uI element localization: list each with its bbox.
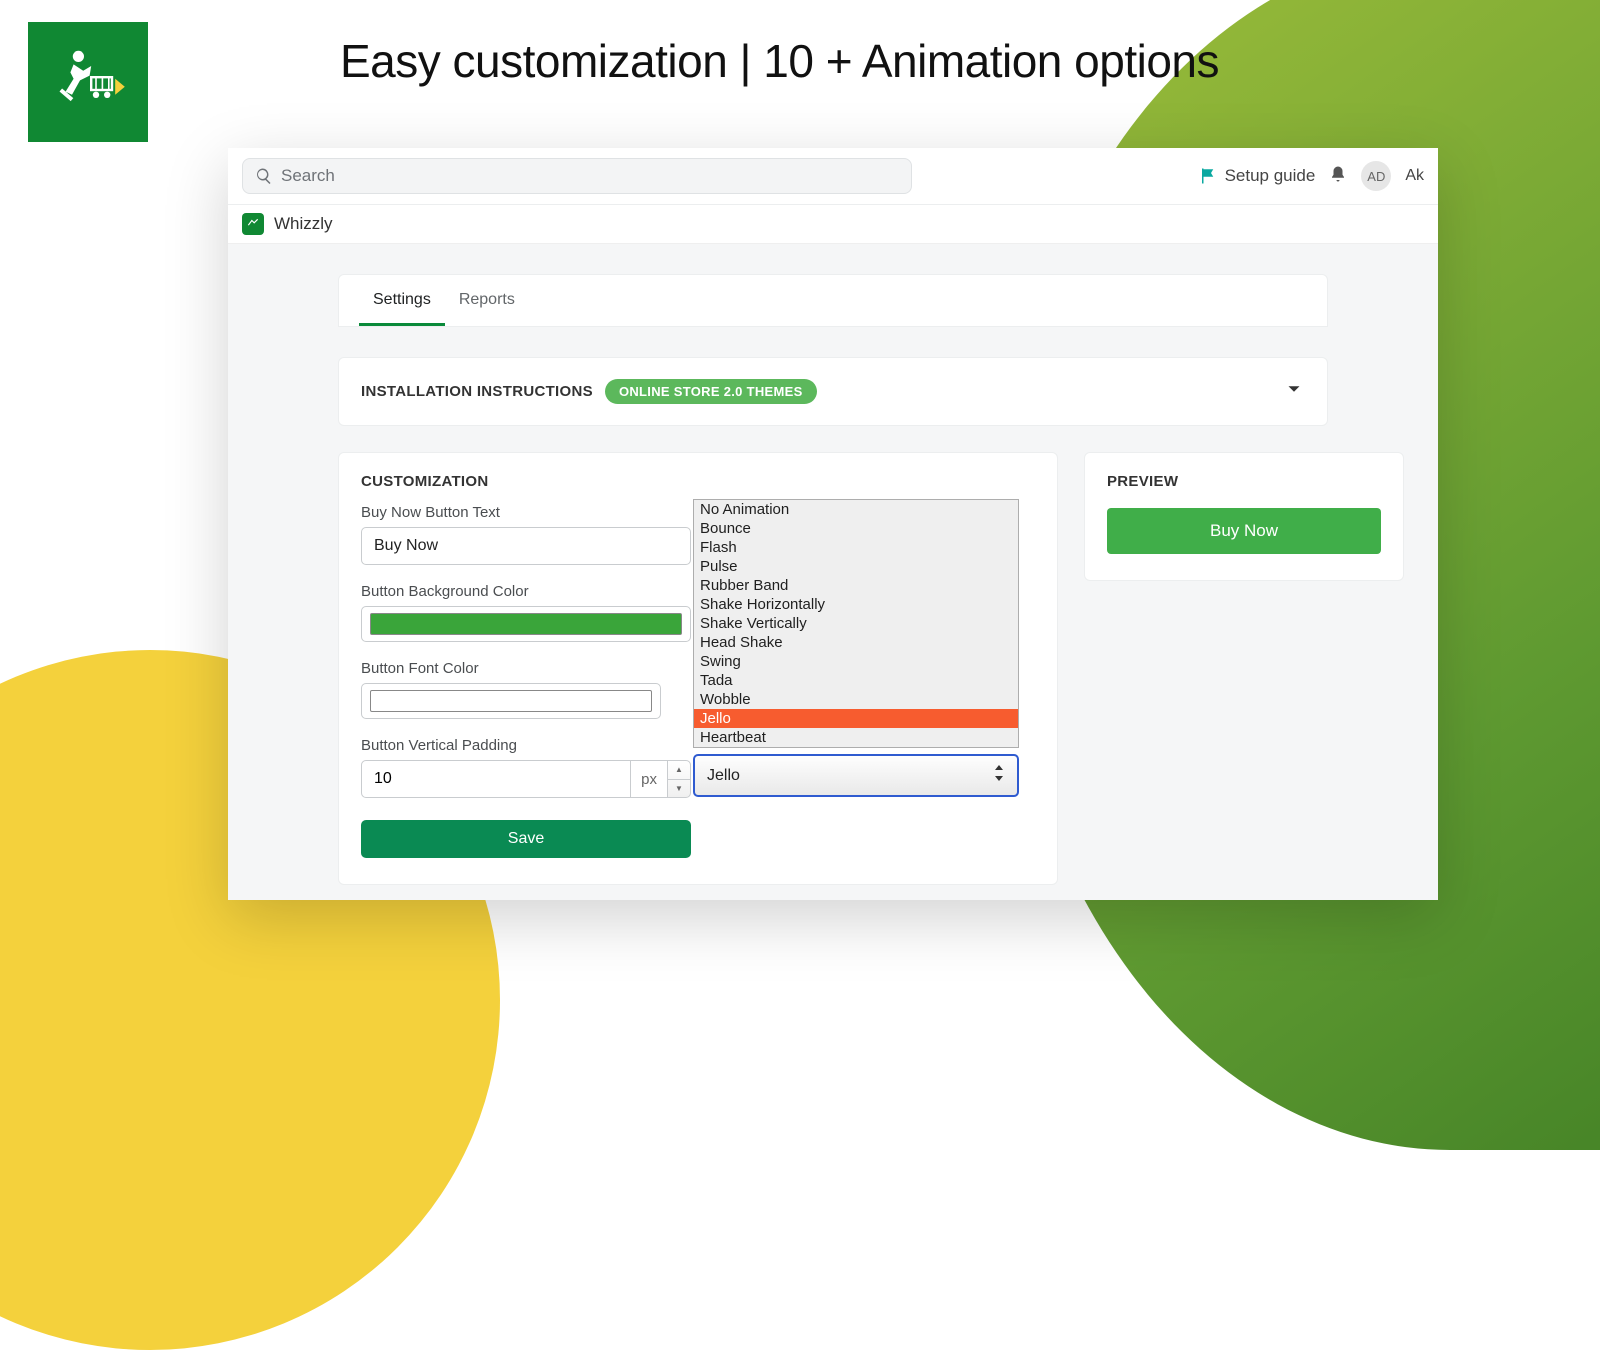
vpad-unit: px: [630, 760, 667, 798]
breadcrumb: Whizzly: [228, 205, 1438, 244]
vpad-label: Button Vertical Padding: [361, 737, 691, 754]
topbar: Search Setup guide AD Ak: [228, 148, 1438, 205]
animation-option[interactable]: Pulse: [694, 557, 1018, 576]
vpad-input[interactable]: [361, 760, 630, 798]
tab-reports[interactable]: Reports: [445, 275, 529, 326]
tabbar: Settings Reports: [338, 274, 1328, 327]
animation-option[interactable]: No Animation: [694, 500, 1018, 519]
search-placeholder: Search: [281, 166, 335, 186]
animation-option[interactable]: Jello: [694, 709, 1018, 728]
animation-listbox[interactable]: No AnimationBounceFlashPulseRubber BandS…: [693, 499, 1019, 748]
font-color-input[interactable]: [361, 683, 661, 719]
animation-option[interactable]: Shake Vertically: [694, 614, 1018, 633]
themes-badge: ONLINE STORE 2.0 THEMES: [605, 379, 817, 404]
animation-option[interactable]: Bounce: [694, 519, 1018, 538]
app-mini-logo: [242, 213, 264, 235]
app-window: Search Setup guide AD Ak Whizzly Setting…: [228, 148, 1438, 900]
animation-select-value: Jello: [707, 767, 740, 785]
animation-select-wrap: No AnimationBounceFlashPulseRubber BandS…: [693, 499, 1019, 797]
select-updown-icon: [993, 765, 1005, 786]
search-icon: [255, 167, 273, 185]
bell-icon: [1329, 165, 1347, 183]
customization-card: CUSTOMIZATION Buy Now Button Text Button…: [338, 452, 1058, 885]
page-headline: Easy customization | 10 + Animation opti…: [340, 34, 1219, 88]
animation-option[interactable]: Head Shake: [694, 633, 1018, 652]
setup-guide-label: Setup guide: [1225, 166, 1316, 186]
animation-option[interactable]: Wobble: [694, 690, 1018, 709]
save-button[interactable]: Save: [361, 820, 691, 858]
chevron-up-icon[interactable]: ▲: [668, 761, 690, 780]
animation-option[interactable]: Rubber Band: [694, 576, 1018, 595]
expand-toggle[interactable]: [1283, 378, 1305, 405]
chevron-down-icon[interactable]: ▼: [668, 780, 690, 798]
installation-instructions-card[interactable]: INSTALLATION INSTRUCTIONS ONLINE STORE 2…: [338, 357, 1328, 426]
buy-now-text-input[interactable]: [361, 527, 691, 565]
animation-option[interactable]: Tada: [694, 671, 1018, 690]
installation-instructions-title: INSTALLATION INSTRUCTIONS: [361, 383, 593, 400]
animation-option[interactable]: Swing: [694, 652, 1018, 671]
animation-option[interactable]: Flash: [694, 538, 1018, 557]
app-logo-tile: [28, 22, 148, 142]
bg-color-input[interactable]: [361, 606, 691, 642]
animation-option[interactable]: Shake Horizontally: [694, 595, 1018, 614]
preview-card: PREVIEW Buy Now: [1084, 452, 1404, 581]
buy-now-text-label: Buy Now Button Text: [361, 504, 691, 521]
preview-heading: PREVIEW: [1107, 473, 1381, 490]
avatar[interactable]: AD: [1361, 161, 1391, 191]
vpad-spinner[interactable]: ▲ ▼: [667, 760, 691, 798]
setup-guide-link[interactable]: Setup guide: [1199, 166, 1316, 186]
font-color-label: Button Font Color: [361, 660, 691, 677]
chevron-down-icon: [1283, 378, 1305, 400]
animation-select[interactable]: Jello: [693, 754, 1019, 797]
bg-color-swatch: [370, 613, 682, 635]
font-color-swatch: [370, 690, 652, 712]
customization-heading: CUSTOMIZATION: [361, 473, 1035, 490]
bg-color-label: Button Background Color: [361, 583, 691, 600]
user-name-trail: Ak: [1405, 167, 1424, 185]
tab-settings[interactable]: Settings: [359, 275, 445, 326]
runner-cart-icon: [48, 42, 128, 122]
notifications-button[interactable]: [1329, 165, 1347, 188]
search-input[interactable]: Search: [242, 158, 912, 194]
preview-buy-now-button[interactable]: Buy Now: [1107, 508, 1381, 554]
animation-option[interactable]: Heartbeat: [694, 728, 1018, 747]
flag-icon: [1199, 167, 1217, 185]
breadcrumb-app-name[interactable]: Whizzly: [274, 214, 333, 234]
